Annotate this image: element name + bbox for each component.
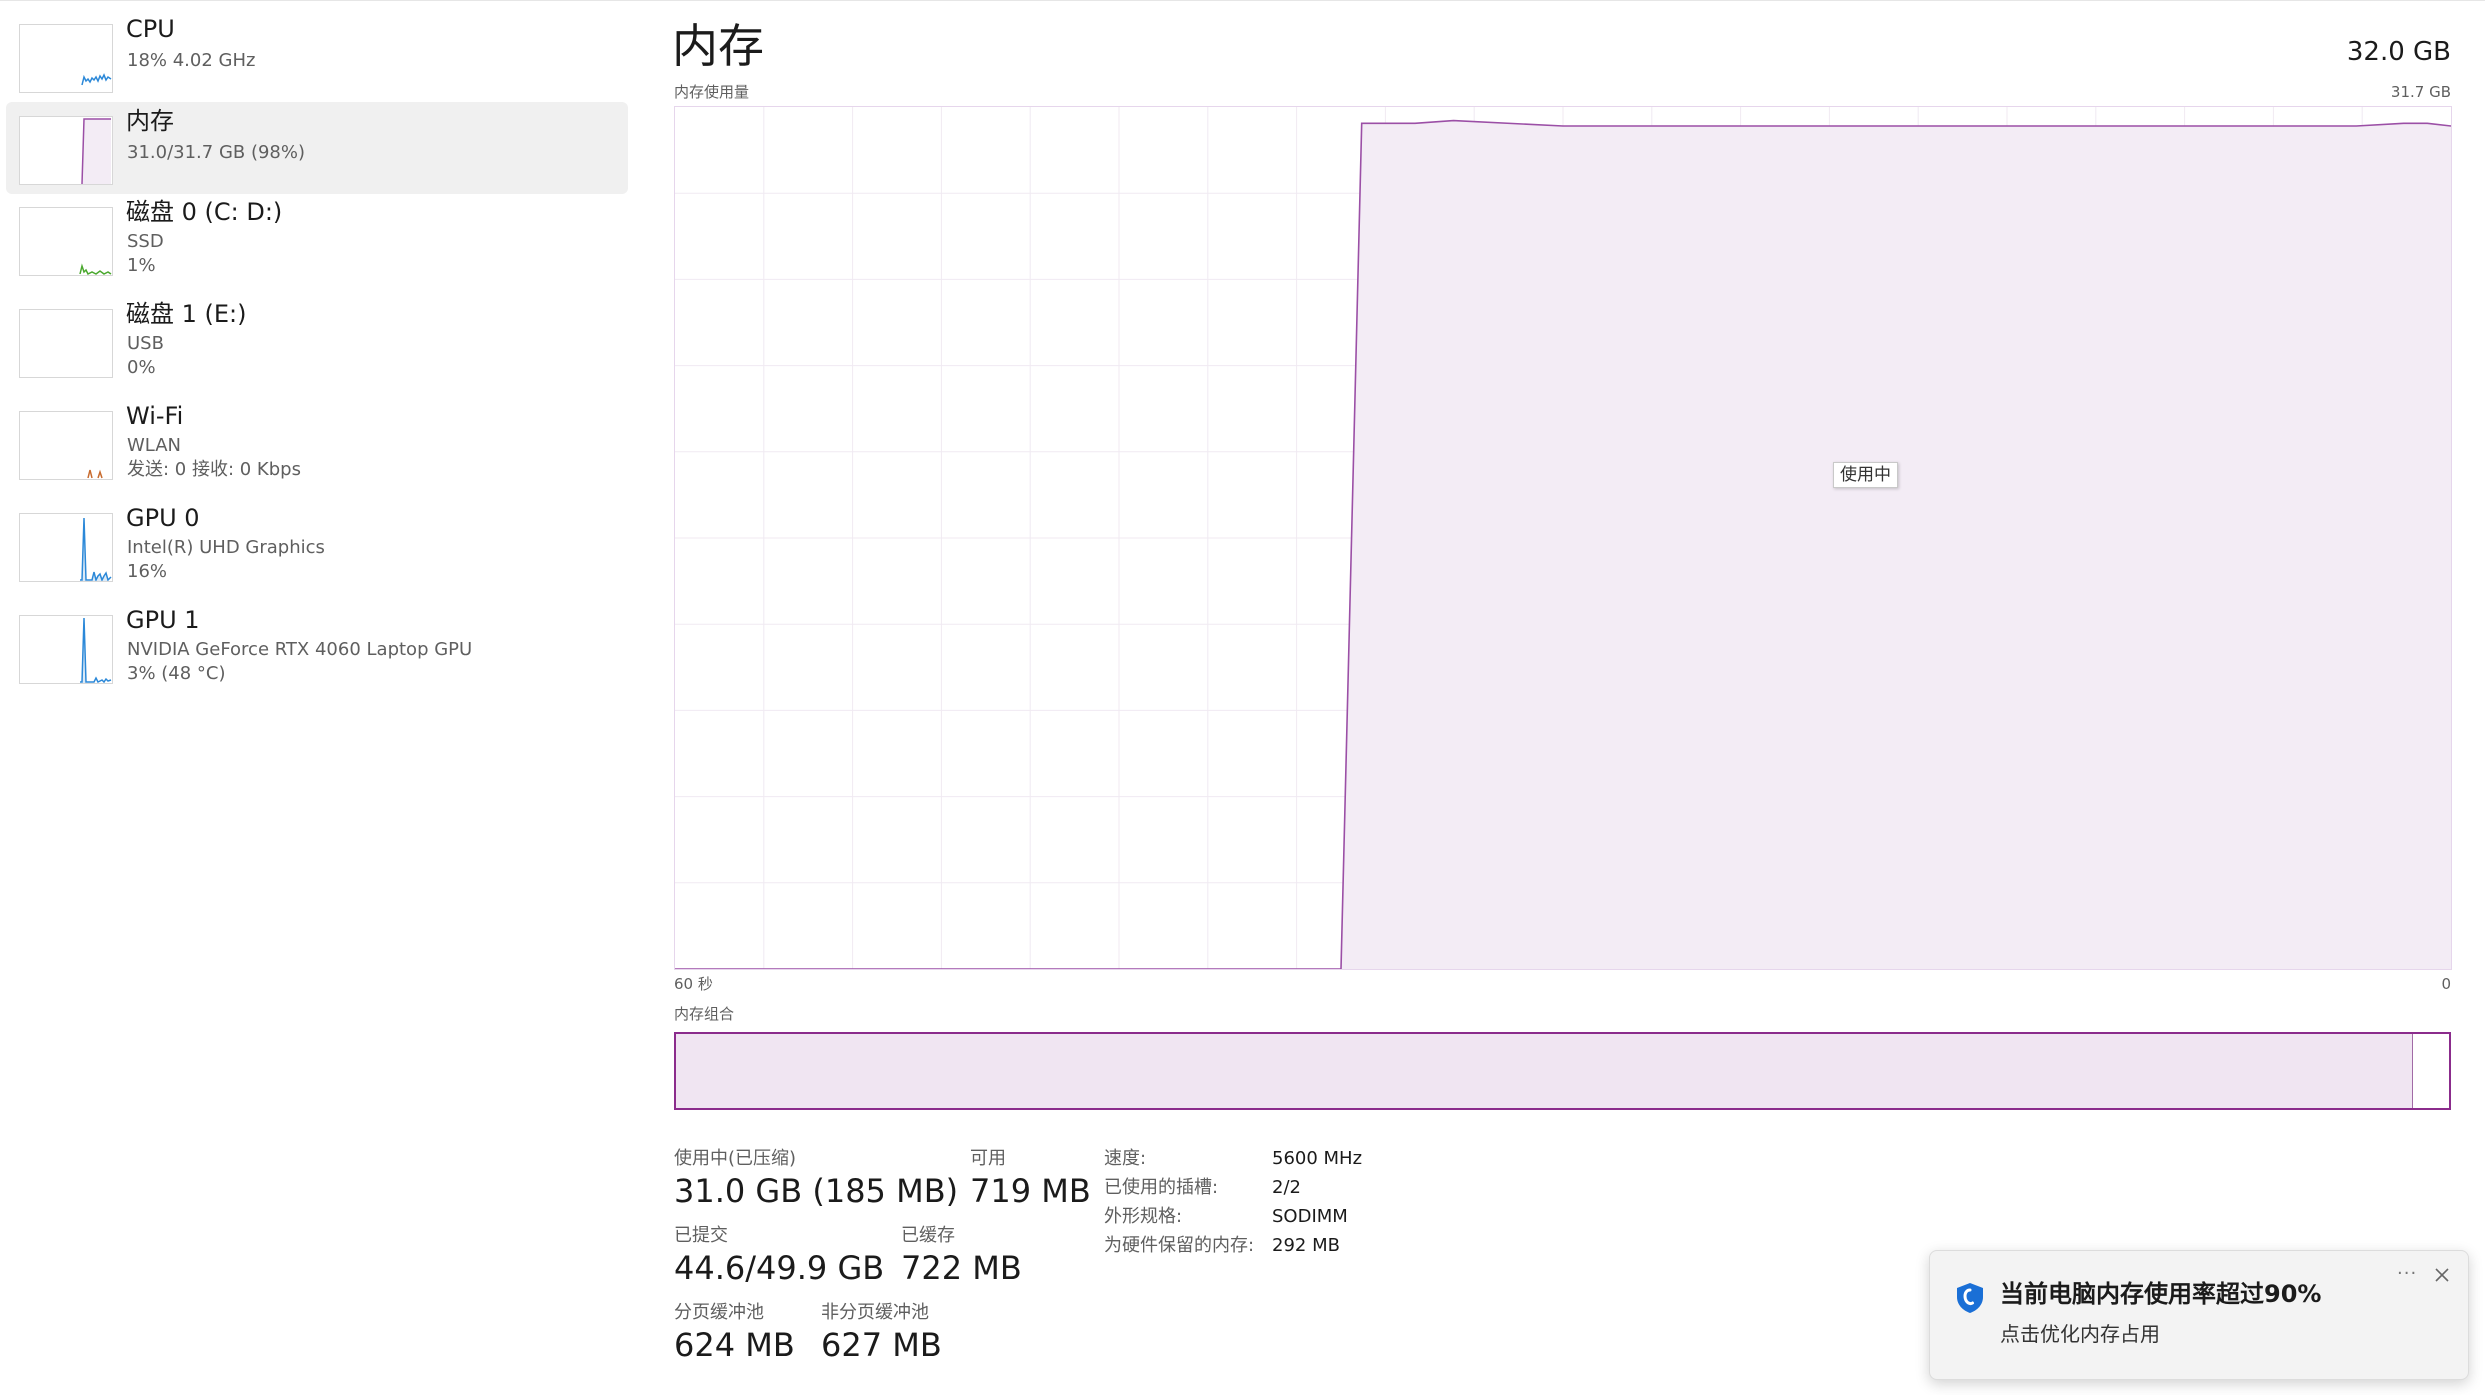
composition-label: 内存组合 xyxy=(674,1005,735,1023)
more-options-icon[interactable]: ··· xyxy=(2397,1263,2417,1284)
sidebar-item-cpu[interactable]: CPU 18% 4.02 GHz xyxy=(6,10,628,102)
sidebar-item-subtitle: WLAN xyxy=(127,435,182,456)
sidebar-item-detail: 16% xyxy=(127,561,168,582)
sidebar: CPU 18% 4.02 GHz 内存 31.0/31.7 GB (98%) 磁… xyxy=(0,0,640,1395)
sidebar-item-title: GPU 0 xyxy=(126,504,200,532)
sidebar-item-title: 内存 xyxy=(126,107,174,135)
graph-label: 内存使用量 xyxy=(674,83,750,101)
sidebar-item-detail: 0% xyxy=(127,357,156,378)
sidebar-item-subtitle: SSD xyxy=(127,231,164,252)
paged-pool-label: 分页缓冲池 xyxy=(674,1302,764,1323)
wifi-thumbnail-graph xyxy=(19,411,113,480)
page-title: 内存 xyxy=(672,19,764,73)
time-axis-left: 60 秒 xyxy=(674,975,713,993)
sidebar-item-gpu-0[interactable]: GPU 0 Intel(R) UHD Graphics 16% xyxy=(6,499,628,591)
hardware-reserved-key: 为硬件保留的内存: xyxy=(1104,1235,1255,1256)
notification-title: 当前电脑内存使用率超过90% xyxy=(2000,1280,2322,1308)
paged-pool-value: 624 MB xyxy=(674,1326,795,1364)
sidebar-item-disk-1[interactable]: 磁盘 1 (E:) USB 0% xyxy=(6,295,628,387)
memory-usage-graph[interactable] xyxy=(674,106,2452,970)
sidebar-item-title: GPU 1 xyxy=(126,606,200,634)
cpu-sparkline xyxy=(81,73,112,86)
shield-icon xyxy=(1957,1283,1983,1313)
disk1-thumbnail-graph xyxy=(19,309,113,378)
speed-value: 5600 MHz xyxy=(1272,1148,1363,1169)
composition-in-use-segment xyxy=(676,1034,2413,1108)
graph-tooltip: 使用中 xyxy=(1833,462,1898,488)
available-label: 可用 xyxy=(970,1148,1006,1169)
speed-key: 速度: xyxy=(1104,1148,1147,1169)
slots-value: 2/2 xyxy=(1272,1177,1301,1198)
sidebar-item-subtitle: Intel(R) UHD Graphics xyxy=(127,537,325,558)
available-value: 719 MB xyxy=(970,1172,1091,1210)
graph-max-label: 31.7 GB xyxy=(2390,83,2451,101)
sidebar-item-detail: 1% xyxy=(127,255,156,276)
memory-thumbnail-graph xyxy=(19,116,113,185)
sidebar-item-disk-0[interactable]: 磁盘 0 (C: D:) SSD 1% xyxy=(6,193,628,285)
disk0-thumbnail-graph xyxy=(19,207,113,276)
sidebar-item-subtitle: 18% 4.02 GHz xyxy=(127,50,256,71)
gpu1-thumbnail-graph xyxy=(19,615,113,684)
gpu0-sparkline xyxy=(80,517,112,581)
memory-composition-bar[interactable] xyxy=(674,1032,2451,1110)
disk0-sparkline xyxy=(79,263,112,275)
sidebar-item-subtitle: NVIDIA GeForce RTX 4060 Laptop GPU xyxy=(127,639,473,660)
memory-warning-notification[interactable]: 当前电脑内存使用率超过90% 点击优化内存占用 ··· xyxy=(1929,1250,2469,1380)
cpu-thumbnail-graph xyxy=(19,24,113,93)
sidebar-item-subtitle: 31.0/31.7 GB (98%) xyxy=(127,142,306,163)
cached-label: 已缓存 xyxy=(901,1225,955,1246)
sidebar-item-title: Wi-Fi xyxy=(126,402,184,430)
total-memory: 32.0 GB xyxy=(2346,37,2451,67)
sidebar-item-detail: 3% (48 °C) xyxy=(127,663,226,684)
form-factor-key: 外形规格: xyxy=(1104,1206,1183,1227)
close-icon[interactable] xyxy=(2430,1263,2454,1287)
wifi-sparkline xyxy=(87,469,103,479)
cached-value: 722 MB xyxy=(901,1249,1022,1287)
committed-label: 已提交 xyxy=(674,1225,728,1246)
gpu0-thumbnail-graph xyxy=(19,513,113,582)
sidebar-item-title: CPU xyxy=(126,15,175,43)
sidebar-item-memory[interactable]: 内存 31.0/31.7 GB (98%) xyxy=(6,102,628,194)
sidebar-item-detail: 发送: 0 接收: 0 Kbps xyxy=(127,459,301,480)
gpu1-sparkline xyxy=(80,617,112,683)
nonpaged-pool-label: 非分页缓冲池 xyxy=(821,1302,929,1323)
sidebar-item-title: 磁盘 0 (C: D:) xyxy=(126,198,283,226)
in-use-value: 31.0 GB (185 MB) xyxy=(674,1172,959,1210)
memory-sparkline xyxy=(81,118,111,184)
notification-message[interactable]: 点击优化内存占用 xyxy=(2000,1321,2160,1347)
committed-value: 44.6/49.9 GB xyxy=(674,1249,885,1287)
in-use-label: 使用中(已压缩) xyxy=(674,1148,797,1169)
sidebar-item-title: 磁盘 1 (E:) xyxy=(126,300,247,328)
sidebar-item-gpu-1[interactable]: GPU 1 NVIDIA GeForce RTX 4060 Laptop GPU… xyxy=(6,601,628,693)
nonpaged-pool-value: 627 MB xyxy=(821,1326,942,1364)
memory-usage-chart xyxy=(675,107,2451,969)
sidebar-item-wifi[interactable]: Wi-Fi WLAN 发送: 0 接收: 0 Kbps xyxy=(6,397,628,489)
sidebar-item-subtitle: USB xyxy=(127,333,164,354)
form-factor-value: SODIMM xyxy=(1272,1206,1348,1227)
time-axis-right: 0 xyxy=(2441,975,2451,993)
hardware-reserved-value: 292 MB xyxy=(1272,1235,1340,1256)
slots-key: 已使用的插槽: xyxy=(1104,1177,1219,1198)
